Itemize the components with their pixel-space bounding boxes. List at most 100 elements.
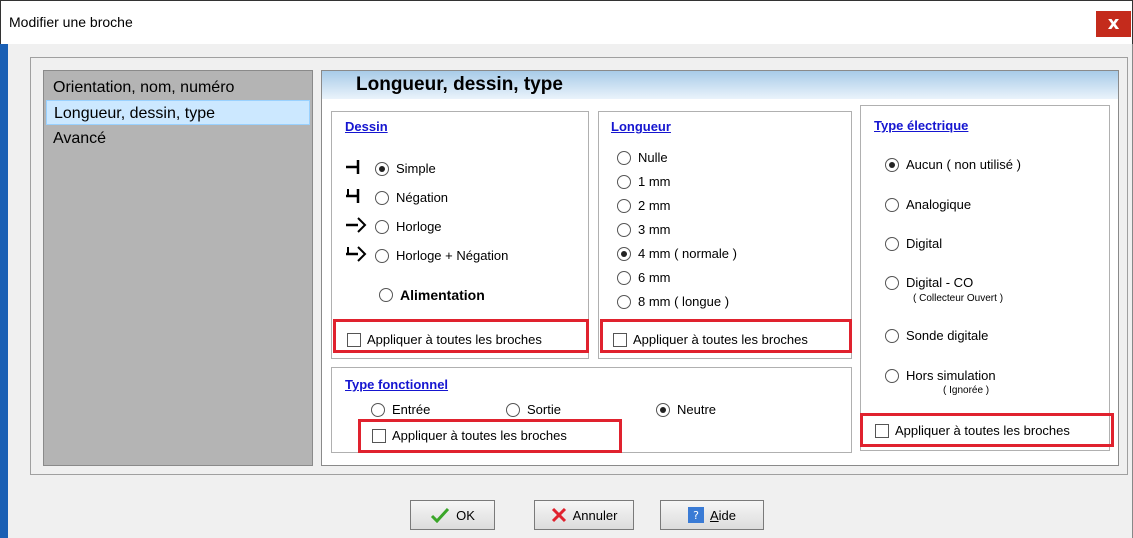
- radio-indicator[interactable]: [617, 174, 631, 189]
- outer-frame: Orientation, nom, numéro Longueur, dessi…: [30, 57, 1128, 475]
- group-title-dessin: Dessin: [345, 119, 388, 134]
- cancel-button[interactable]: Annuler: [534, 500, 634, 530]
- radio-longueur-1mm[interactable]: 1 mm: [617, 174, 671, 189]
- checkbox-fonctionnel-apply-all[interactable]: Appliquer à toutes les broches: [372, 428, 567, 443]
- radio-indicator[interactable]: [375, 161, 389, 176]
- radio-longueur-nulle[interactable]: Nulle: [617, 150, 668, 165]
- radio-longueur-2mm[interactable]: 2 mm: [617, 198, 671, 213]
- dialog-body: Orientation, nom, numéro Longueur, dessi…: [0, 44, 1133, 538]
- checkbox-indicator[interactable]: [372, 428, 386, 443]
- radio-dessin-alimentation[interactable]: Alimentation: [379, 287, 485, 303]
- radio-label: Négation: [396, 190, 449, 205]
- radio-indicator[interactable]: [375, 190, 389, 205]
- checkbox-label: Appliquer à toutes les broches: [895, 423, 1070, 438]
- radio-indicator[interactable]: [617, 270, 631, 285]
- radio-indicator[interactable]: [885, 236, 899, 251]
- group-title-type-electrique: Type électrique: [874, 118, 969, 133]
- radio-indicator[interactable]: [371, 402, 385, 417]
- radio-label: 4 mm ( normale ): [638, 246, 737, 261]
- radio-indicator[interactable]: [885, 157, 899, 172]
- radio-longueur-4mm[interactable]: 4 mm ( normale ): [617, 246, 737, 261]
- radio-indicator[interactable]: [617, 294, 631, 309]
- close-button[interactable]: x: [1096, 11, 1131, 37]
- radio-type-sonde-digitale[interactable]: Sonde digitale: [885, 328, 988, 343]
- radio-label: 6 mm: [638, 270, 671, 285]
- checkbox-indicator[interactable]: [613, 332, 627, 347]
- pin-clock-icon: [346, 217, 367, 233]
- radio-fonctionnel-entree[interactable]: Entrée: [371, 402, 430, 417]
- radio-type-hors-simulation[interactable]: Hors simulation: [885, 368, 996, 383]
- checkbox-dessin-apply-all[interactable]: Appliquer à toutes les broches: [347, 332, 542, 347]
- page-title: Longueur, dessin, type: [356, 74, 563, 95]
- title-bar: Modifier une broche x: [0, 0, 1133, 44]
- radio-indicator[interactable]: [617, 150, 631, 165]
- checkbox-indicator[interactable]: [875, 423, 889, 438]
- radio-label: Aucun ( non utilisé ): [906, 157, 1021, 172]
- radio-dessin-horloge-negation[interactable]: Horloge + Négation: [375, 248, 508, 263]
- radio-label: Analogique: [906, 197, 972, 212]
- radio-indicator[interactable]: [617, 198, 631, 213]
- checkbox-label: Appliquer à toutes les broches: [367, 332, 542, 347]
- radio-type-aucun[interactable]: Aucun ( non utilisé ): [885, 157, 1021, 172]
- radio-label: 1 mm: [638, 174, 671, 189]
- sidebar-item-avance[interactable]: Avancé: [46, 126, 310, 151]
- radio-longueur-8mm[interactable]: 8 mm ( longue ): [617, 294, 729, 309]
- checkbox-label: Appliquer à toutes les broches: [633, 332, 808, 347]
- checkbox-label: Appliquer à toutes les broches: [392, 428, 567, 443]
- help-label-rest: ide: [718, 507, 737, 523]
- pin-negation-icon: [346, 189, 360, 203]
- radio-label: Entrée: [392, 402, 431, 417]
- radio-dessin-horloge[interactable]: Horloge: [375, 219, 442, 234]
- help-label: Aide: [710, 508, 736, 523]
- sub-label-ignoree: ( Ignorée ): [943, 385, 990, 396]
- radio-dessin-simple[interactable]: Simple: [375, 161, 436, 176]
- radio-fonctionnel-neutre[interactable]: Neutre: [656, 402, 716, 417]
- radio-indicator[interactable]: [885, 328, 899, 343]
- group-title-type-fonctionnel: Type fonctionnel: [345, 377, 449, 392]
- sidebar-item-longueur[interactable]: Longueur, dessin, type: [46, 100, 310, 125]
- radio-indicator[interactable]: [506, 402, 520, 417]
- radio-label: Digital - CO: [906, 275, 974, 290]
- radio-indicator[interactable]: [375, 248, 389, 263]
- window-title: Modifier une broche: [9, 14, 133, 30]
- radio-indicator[interactable]: [885, 197, 899, 212]
- radio-label: 3 mm: [638, 222, 671, 237]
- radio-indicator[interactable]: [885, 368, 899, 383]
- radio-label: Digital: [906, 236, 943, 251]
- radio-type-digital-co[interactable]: Digital - CO: [885, 275, 973, 290]
- category-list: Orientation, nom, numéro Longueur, dessi…: [43, 70, 313, 466]
- radio-indicator[interactable]: [375, 219, 389, 234]
- radio-label: 2 mm: [638, 198, 671, 213]
- radio-fonctionnel-sortie[interactable]: Sortie: [506, 402, 561, 417]
- radio-dessin-negation[interactable]: Négation: [375, 190, 448, 205]
- radio-label: Hors simulation: [906, 368, 996, 383]
- group-title-longueur: Longueur: [611, 119, 671, 134]
- radio-indicator[interactable]: [885, 275, 899, 290]
- content-header: Longueur, dessin, type: [322, 71, 1118, 99]
- radio-indicator[interactable]: [617, 222, 631, 237]
- sidebar-item-orientation[interactable]: Orientation, nom, numéro: [46, 75, 310, 100]
- radio-indicator[interactable]: [617, 246, 631, 261]
- group-dessin: Dessin Simple Négation Horloge Horloge +…: [331, 111, 589, 359]
- group-type-electrique: Type électrique Aucun ( non utilisé ) An…: [860, 105, 1110, 451]
- radio-indicator[interactable]: [379, 288, 393, 302]
- help-mnemonic: A: [709, 507, 719, 523]
- group-type-fonctionnel: Type fonctionnel Entrée Sortie Neutre Ap…: [331, 367, 852, 453]
- radio-longueur-3mm[interactable]: 3 mm: [617, 222, 671, 237]
- checkbox-type-electrique-apply-all[interactable]: Appliquer à toutes les broches: [875, 423, 1070, 438]
- pin-clock-negation-icon: [346, 246, 367, 262]
- red-x-icon: [551, 507, 567, 523]
- checkbox-longueur-apply-all[interactable]: Appliquer à toutes les broches: [613, 332, 808, 347]
- radio-label: Horloge: [396, 219, 442, 234]
- content-panel: Longueur, dessin, type Dessin Simple Nég…: [321, 70, 1119, 466]
- sub-label-collecteur-ouvert: ( Collecteur Ouvert ): [913, 293, 1004, 304]
- help-button[interactable]: ? Aide: [660, 500, 764, 530]
- radio-type-analogique[interactable]: Analogique: [885, 197, 971, 212]
- radio-indicator[interactable]: [656, 402, 670, 417]
- radio-label: Sortie: [527, 402, 561, 417]
- radio-label: Horloge + Négation: [396, 248, 509, 263]
- radio-longueur-6mm[interactable]: 6 mm: [617, 270, 671, 285]
- checkbox-indicator[interactable]: [347, 332, 361, 347]
- radio-type-digital[interactable]: Digital: [885, 236, 942, 251]
- ok-button[interactable]: OK: [410, 500, 495, 530]
